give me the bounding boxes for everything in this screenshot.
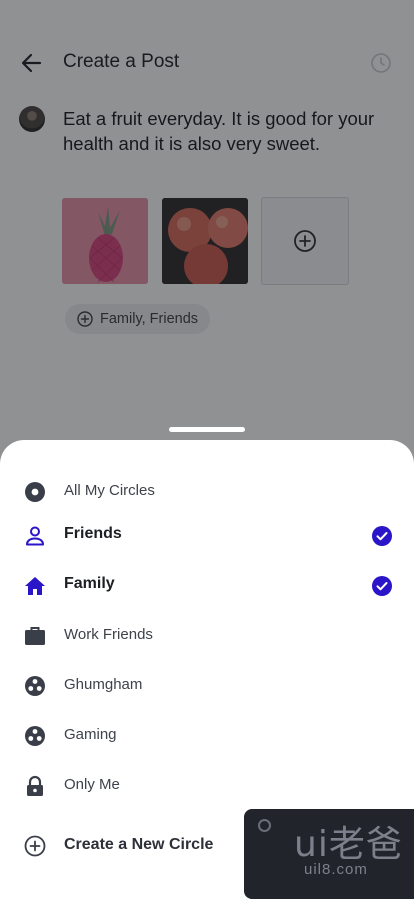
person-icon — [26, 526, 44, 546]
circle-item-family[interactable]: Family — [0, 561, 414, 611]
group-icon — [25, 676, 45, 696]
circle-item-work-friends[interactable]: Work Friends — [0, 611, 414, 661]
circle-item-friends[interactable]: Friends — [0, 511, 414, 561]
watermark-url: uil8.com — [304, 861, 368, 878]
circle-item-label: Ghumgham — [64, 676, 143, 693]
watermark-dot-icon — [258, 819, 271, 832]
sheet-handle[interactable] — [169, 427, 245, 432]
circle-item-only-me[interactable]: Only Me — [0, 761, 414, 811]
circle-dot-icon — [25, 482, 45, 502]
circle-item-all-my-circles[interactable]: All My Circles — [0, 467, 414, 517]
home-icon — [25, 577, 45, 595]
group-icon — [25, 726, 45, 746]
plus-circle-icon — [24, 835, 46, 857]
circle-item-ghumgham[interactable]: Ghumgham — [0, 661, 414, 711]
check-circle-icon — [372, 576, 392, 596]
circle-item-label: Friends — [64, 525, 122, 542]
circle-item-label: Work Friends — [64, 626, 153, 643]
lock-icon — [27, 775, 43, 796]
create-new-circle-label: Create a New Circle — [64, 836, 214, 853]
check-circle-icon — [372, 526, 392, 546]
circle-item-label: All My Circles — [64, 482, 155, 499]
watermark: ui老爸 uil8.com — [244, 809, 414, 899]
watermark-brand: ui老爸 — [294, 824, 403, 865]
circle-item-label: Gaming — [64, 726, 117, 743]
circle-item-label: Family — [64, 575, 115, 592]
circle-item-gaming[interactable]: Gaming — [0, 711, 414, 761]
briefcase-icon — [25, 627, 45, 645]
circle-item-label: Only Me — [64, 776, 120, 793]
